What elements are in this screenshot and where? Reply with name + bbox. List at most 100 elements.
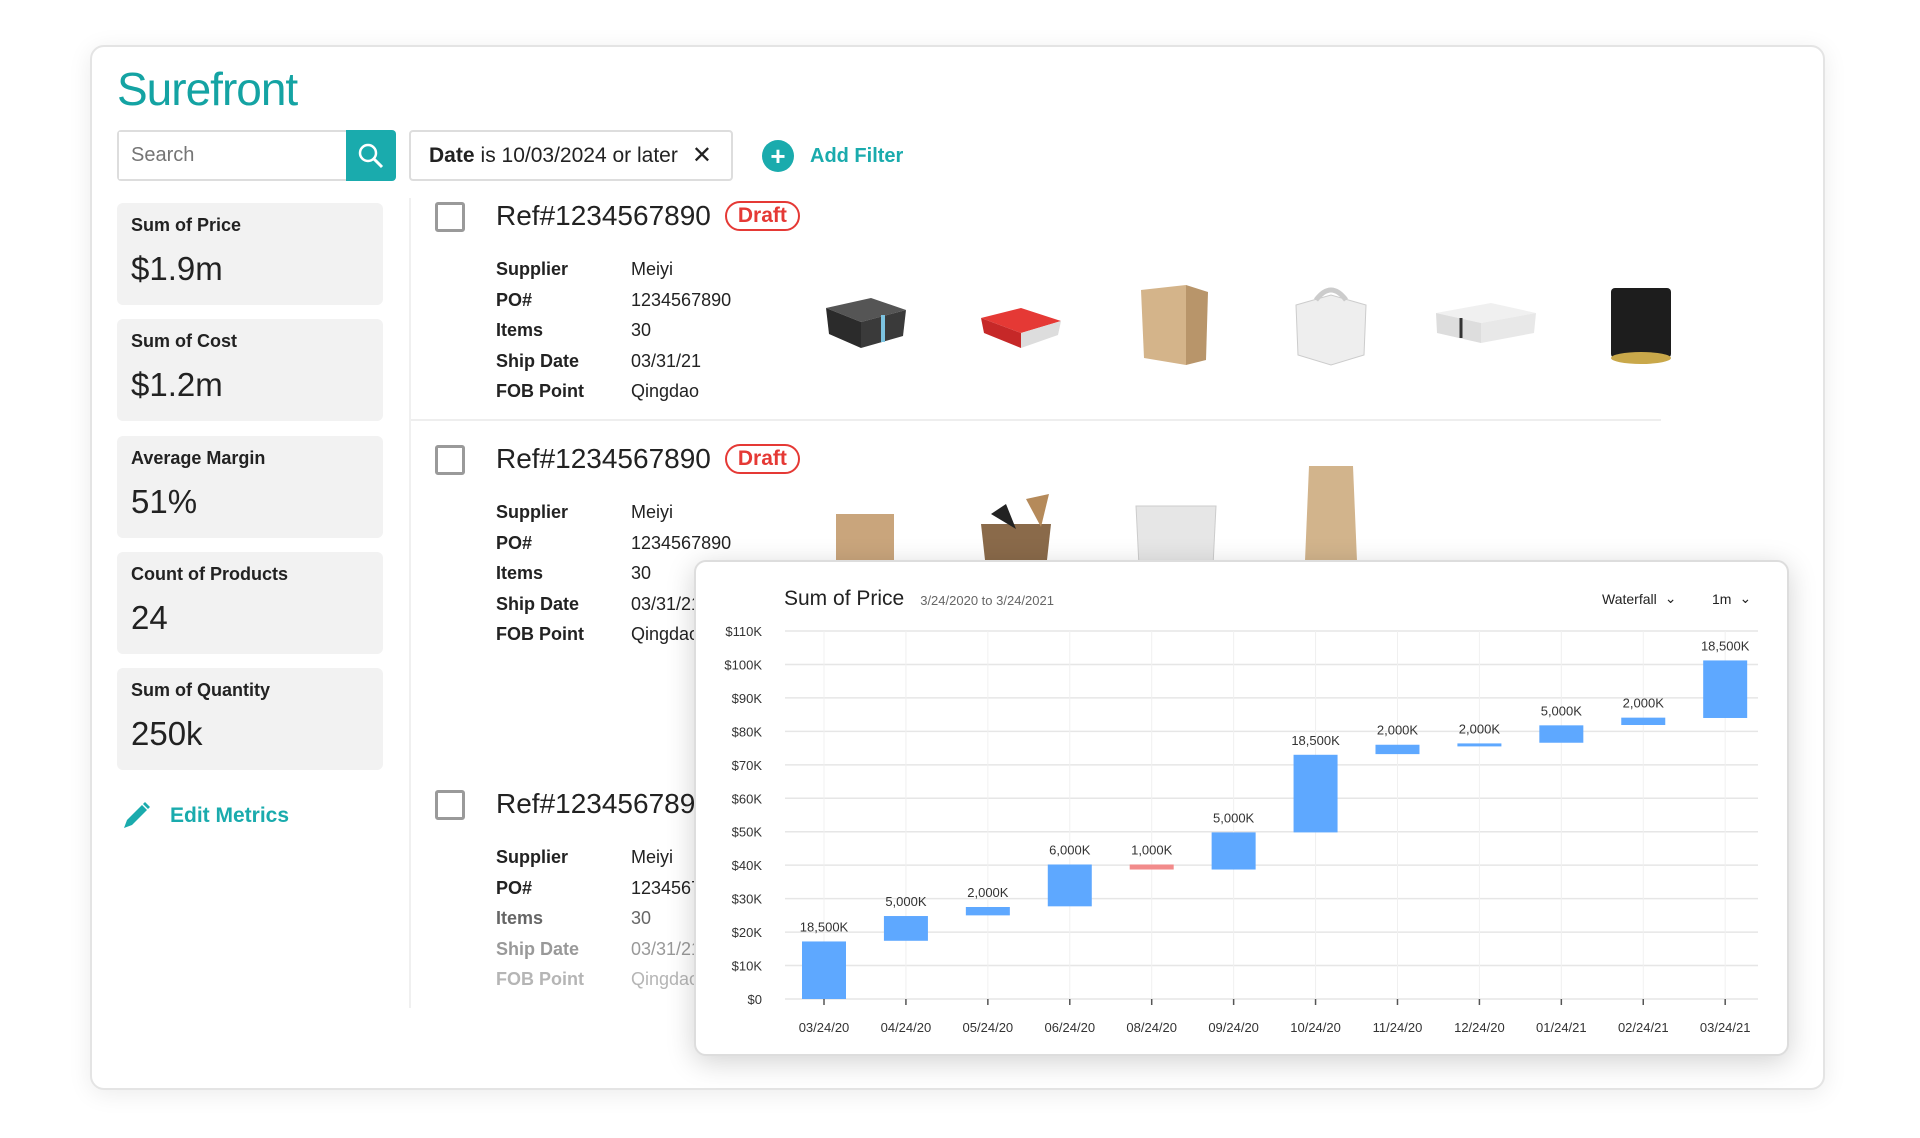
red-shoe-box-image — [981, 308, 1061, 348]
data-label: 2,000K — [1377, 723, 1419, 738]
order-ref[interactable]: Ref#1234567890 — [496, 443, 711, 475]
chevron-down-icon: ⌄ — [1739, 590, 1752, 606]
order-checkbox[interactable] — [435, 445, 465, 475]
waterfall-chart: $0 $10K $20K $30K $40K $50K $60K $70K $80K $90K $1… — [724, 624, 1758, 1035]
x-tick-label: 04/24/20 — [881, 1020, 932, 1035]
detail-label: PO# — [496, 877, 533, 898]
plus-circle-icon: + — [762, 140, 794, 172]
metric-value: 24 — [131, 599, 168, 636]
y-tick-label: $30K — [732, 892, 763, 907]
detail-label: FOB Point — [496, 969, 584, 989]
close-icon[interactable]: ✕ — [692, 141, 712, 170]
cardboard-box-image — [1141, 285, 1208, 365]
detail-value: Qingdao — [631, 969, 700, 989]
kraft-box-image — [836, 514, 894, 566]
search-box — [117, 130, 396, 181]
metric-value: 250k — [131, 715, 203, 752]
filter-condition: is 10/03/2024 or later — [480, 143, 678, 167]
detail-value: Meiyi — [631, 847, 674, 867]
y-tick-label: $100K — [724, 657, 762, 672]
order-checkbox[interactable] — [435, 790, 465, 820]
metric-value: $1.9m — [131, 250, 223, 287]
detail-label: Supplier — [496, 502, 569, 522]
chart-date-range: 3/24/2020 to 3/24/2021 — [920, 593, 1054, 608]
detail-value: 03/31/21 — [631, 350, 702, 371]
x-tick-label: 09/24/20 — [1208, 1020, 1259, 1035]
black-gift-box-image — [826, 298, 906, 348]
edit-metrics-button[interactable]: Edit Metrics — [120, 800, 289, 832]
interval-value: 1m — [1712, 590, 1732, 607]
detail-value: 30 — [631, 908, 652, 928]
status-badge: Draft — [724, 201, 800, 231]
data-label: 1,000K — [1131, 843, 1173, 858]
waterfall-bar — [1621, 717, 1666, 726]
waterfall-bar — [1457, 743, 1502, 747]
metric-value: $1.2m — [131, 366, 223, 403]
x-tick-label: 06/24/20 — [1044, 1020, 1095, 1035]
waterfall-bar — [1539, 725, 1584, 743]
y-tick-label: $90K — [732, 691, 763, 706]
detail-value: Qingdao — [631, 624, 700, 644]
x-tick-label: 03/24/20 — [799, 1020, 850, 1035]
kraft-pouch-image — [1305, 466, 1357, 561]
search-button[interactable] — [346, 130, 396, 181]
metric-label: Sum of Quantity — [131, 680, 270, 700]
chart-title: Sum of Price — [784, 587, 905, 610]
detail-label: FOB Point — [496, 381, 584, 401]
search-input[interactable] — [119, 132, 339, 179]
waterfall-bar — [1375, 744, 1420, 755]
order-ref[interactable]: Ref#1234567890 — [496, 788, 711, 820]
x-tick-label: 08/24/20 — [1126, 1020, 1177, 1035]
waterfall-bar — [1293, 754, 1338, 833]
add-filter-button[interactable]: + Add Filter — [762, 140, 903, 172]
x-tick-label: 11/24/20 — [1373, 1020, 1423, 1035]
chevron-down-icon: ⌄ — [1664, 590, 1677, 606]
metric-sum-of-quantity: Sum of Quantity 250k — [117, 668, 383, 770]
order-details: Supplier Meiyi PO# 1234567890 Items 30 Ship… — [496, 254, 731, 407]
data-label: 2,000K — [1459, 721, 1501, 736]
detail-value: 30 — [631, 563, 652, 583]
filter-field: Date — [429, 143, 475, 167]
waterfall-bar — [1129, 864, 1174, 870]
detail-label: Supplier — [496, 259, 569, 279]
white-banded-box-image — [1436, 303, 1536, 343]
y-tick-label: $10K — [732, 959, 763, 974]
y-tick-label: $80K — [732, 724, 763, 739]
data-label: 6,000K — [1049, 843, 1091, 858]
x-tick-label: 01/24/21 — [1536, 1020, 1587, 1035]
order-ref[interactable]: Ref#1234567890 — [496, 200, 711, 232]
data-label: 5,000K — [1541, 703, 1583, 718]
data-label: 5,000K — [1213, 810, 1255, 825]
waterfall-bar — [802, 941, 846, 999]
chart-type-dropdown[interactable]: Waterfall ⌄ — [1602, 590, 1676, 607]
x-tick-label: 05/24/20 — [963, 1020, 1014, 1035]
chart-popover: $0 $10K $20K $30K $40K $50K $60K $70K $80K $90K $1… — [694, 560, 1789, 1056]
order-card[interactable]: Ref#1234567890 Draft Supplier Meiyi PO# 123… — [411, 198, 1691, 441]
detail-label: Ship Date — [496, 350, 580, 371]
y-tick-label: $40K — [732, 858, 763, 873]
y-tick-label: $50K — [732, 825, 763, 840]
order-checkbox[interactable] — [435, 202, 465, 232]
detail-value: 03/31/21 — [631, 593, 702, 614]
x-tick-label: 10/24/20 — [1290, 1020, 1341, 1035]
edit-metrics-label: Edit Metrics — [170, 804, 290, 827]
add-filter-label: Add Filter — [810, 144, 904, 167]
date-filter-chip[interactable]: Date is 10/03/2024 or later ✕ — [409, 130, 733, 181]
detail-value: Meiyi — [631, 502, 674, 522]
chart-type-value: Waterfall — [1602, 590, 1657, 607]
detail-label: Items — [496, 908, 544, 928]
interval-dropdown[interactable]: 1m ⌄ — [1712, 590, 1751, 607]
metric-count-of-products: Count of Products 24 — [117, 552, 383, 654]
detail-value: 30 — [631, 320, 652, 340]
data-label: 2,000K — [1623, 696, 1665, 711]
surefront-logo: Surefront — [117, 63, 298, 115]
x-tick-label: 03/24/21 — [1700, 1020, 1751, 1035]
y-tick-label: $0 — [748, 992, 762, 1007]
waterfall-bar — [1211, 832, 1256, 870]
detail-label: Supplier — [496, 847, 569, 867]
metric-label: Sum of Price — [131, 215, 242, 235]
waterfall-bar — [965, 907, 1010, 916]
detail-value: 1234567890 — [631, 289, 732, 310]
black-tin-can-image — [1611, 288, 1671, 364]
detail-value: 03/31/21 — [631, 938, 702, 959]
